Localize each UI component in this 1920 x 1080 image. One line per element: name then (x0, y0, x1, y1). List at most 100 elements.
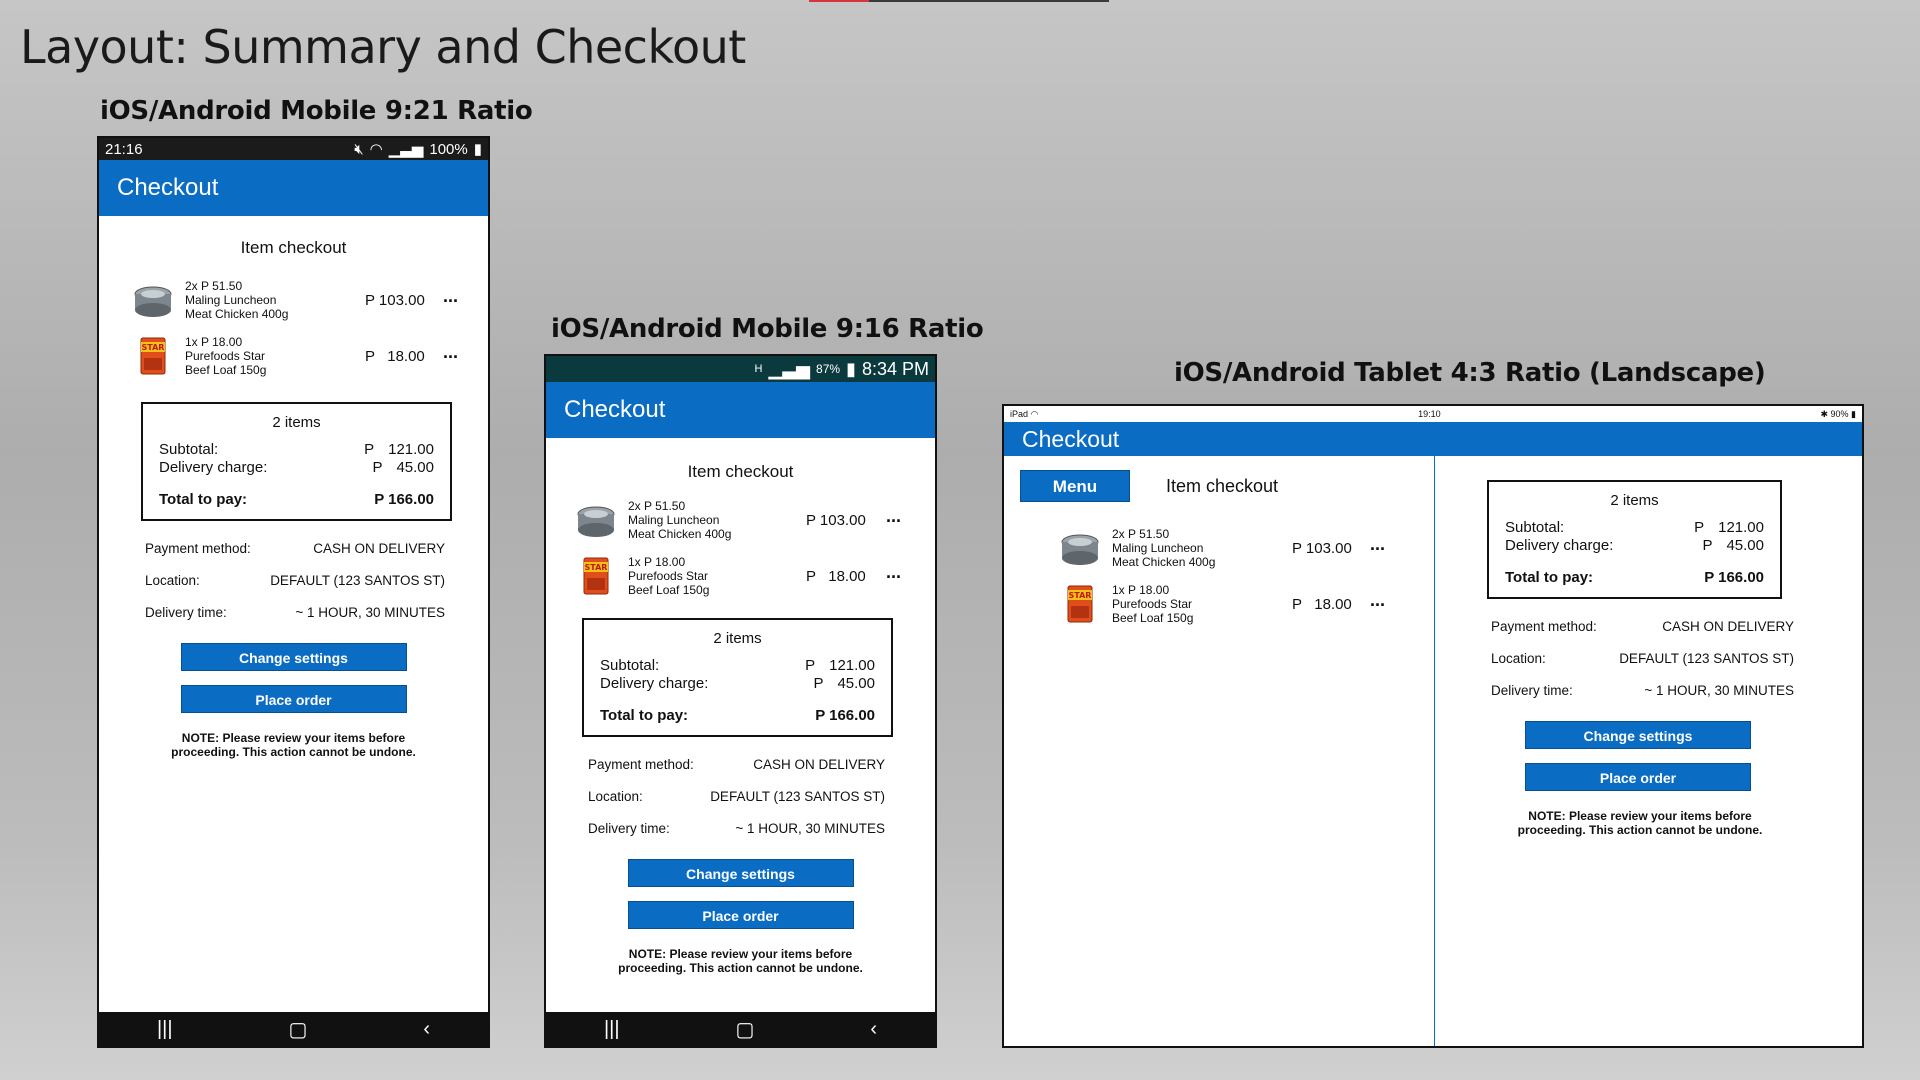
checkout-content: Item checkout 2x P 51.50 Maling Luncheon… (99, 238, 488, 759)
place-order-button[interactable]: Place order (627, 901, 854, 929)
device-label: iPad (1010, 408, 1029, 419)
time-label: Delivery time: (145, 605, 227, 620)
note-text: NOTE: Please review your items before pr… (618, 947, 863, 975)
app-title: Checkout (546, 382, 935, 438)
payment-value: CASH ON DELIVERY (313, 541, 445, 556)
item-qty-price: 1x P 18.00 (1112, 583, 1170, 597)
payment-label: Payment method: (1491, 619, 1597, 634)
delivery-value: 45.00 (1726, 537, 1764, 554)
time-value: ~ 1 HOUR, 30 MINUTES (295, 605, 445, 620)
network-type-icon: H (754, 363, 763, 375)
note-text: NOTE: Please review your items before pr… (1517, 809, 1763, 837)
item-total: P 18.00 (1292, 595, 1352, 613)
item-name: Beef Loaf 150g (1112, 611, 1194, 625)
section-title: Item checkout (687, 462, 794, 481)
list-item[interactable]: STAR 1x P 18.00 Purefoods Star Beef Loaf… (99, 328, 488, 384)
delivery-currency: P (372, 459, 383, 476)
subtotal-label: Subtotal: (600, 657, 660, 674)
app-title: Checkout (99, 160, 488, 216)
order-summary-box: 2 items Subtotal: P 121.00 Delivery charg… (141, 402, 452, 521)
location-label: Location: (145, 573, 200, 588)
battery-icon: ▮ (1851, 408, 1856, 419)
order-info: Payment method: CASH ON DELIVERY Location… (145, 533, 445, 629)
list-item[interactable]: STAR 1x P 18.00 Purefoods Star Beef Loaf… (546, 548, 935, 604)
item-name: Purefoods Star (1112, 597, 1193, 611)
back-icon[interactable]: ‹ (870, 1018, 877, 1041)
subtotal-value: 121.00 (829, 657, 875, 674)
list-item[interactable]: 2x P 51.50 Maling Luncheon Meat Chicken … (99, 272, 488, 328)
item-qty-price: 2x P 51.50 (185, 279, 243, 293)
status-bar: 21:16 🔇︎ ◠ ▁▃▅ 100% ▮ (99, 138, 488, 160)
order-info: Payment method: CASH ON DELIVERY Location… (588, 749, 885, 845)
more-options-icon[interactable]: ... (443, 286, 458, 307)
item-total: P 103.00 (806, 511, 866, 529)
home-icon[interactable]: ▢ (736, 1017, 755, 1042)
canned-meat-thumb-icon (134, 286, 172, 317)
item-name: Beef Loaf 150g (185, 363, 267, 377)
more-options-icon[interactable]: ... (1370, 590, 1385, 611)
change-settings-button[interactable]: Change settings (627, 859, 854, 887)
canned-meat-thumb-icon (1061, 534, 1099, 565)
battery-icon: ▮ (473, 141, 482, 158)
subtotal-currency: P (364, 441, 375, 458)
delivery-label: Delivery charge: (600, 675, 709, 692)
recents-icon[interactable]: ||| (157, 1018, 173, 1041)
more-options-icon[interactable]: ... (886, 562, 901, 583)
total-label: Total to pay: (600, 707, 689, 724)
delivery-currency: P (1702, 537, 1713, 554)
wifi-icon: ◠ (369, 141, 383, 158)
list-item[interactable]: 2x P 51.50 Maling Luncheon Meat Chicken … (546, 492, 935, 548)
subtotal-currency: P (805, 657, 816, 674)
note-text: NOTE: Please review your items before pr… (171, 731, 416, 759)
place-order-button[interactable]: Place order (1525, 763, 1751, 791)
subtotal-label: Subtotal: (1505, 519, 1565, 536)
signal-icon: ▁▃▅ (768, 358, 811, 379)
list-item[interactable]: 2x P 51.50 Maling Luncheon Meat Chicken … (1004, 520, 1434, 576)
slide-top-accent (809, 0, 1109, 2)
item-name: Maling Luncheon (185, 293, 277, 307)
system-navbar: ||| ▢ ‹ (99, 1012, 488, 1046)
back-icon[interactable]: ‹ (423, 1018, 430, 1041)
beef-loaf-thumb-icon: STAR (1067, 585, 1093, 623)
more-options-icon[interactable]: ... (443, 342, 458, 363)
subtotal-currency: P (1694, 519, 1705, 536)
delivery-label: Delivery charge: (1505, 537, 1614, 554)
menu-button[interactable]: Menu (1020, 470, 1130, 502)
wifi-icon: ◠ (1030, 408, 1039, 419)
change-settings-button[interactable]: Change settings (1525, 721, 1751, 749)
more-options-icon[interactable]: ... (886, 506, 901, 527)
caption-tablet-43: iOS/Android Tablet 4:3 Ratio (Landscape) (1174, 358, 1766, 388)
item-name: Meat Chicken 400g (185, 307, 289, 321)
recents-icon[interactable]: ||| (604, 1018, 620, 1041)
location-value: DEFAULT (123 SANTOS ST) (710, 789, 885, 804)
location-label: Location: (1491, 651, 1546, 666)
payment-label: Payment method: (588, 757, 694, 772)
time-value: ~ 1 HOUR, 30 MINUTES (735, 821, 885, 836)
item-total: P 18.00 (365, 347, 425, 365)
more-options-icon[interactable]: ... (1370, 534, 1385, 555)
home-icon[interactable]: ▢ (289, 1017, 308, 1042)
beef-loaf-thumb-icon: STAR (583, 557, 609, 595)
item-qty-price: 1x P 18.00 (628, 555, 686, 569)
total-value: P 166.00 (815, 707, 875, 724)
time-label: Delivery time: (1491, 683, 1573, 698)
item-total: P 18.00 (806, 567, 866, 585)
checkout-content: Item checkout 2x P 51.50 Maling Luncheon… (546, 462, 935, 975)
battery-percent: 87% (816, 362, 841, 376)
place-order-button[interactable]: Place order (180, 685, 407, 713)
total-label: Total to pay: (159, 491, 248, 508)
mobile-916-frame: H ▁▃▅ 87% ▮ 8:34 PM Checkout Item checko… (544, 354, 937, 1048)
svg-text:STAR: STAR (1069, 591, 1092, 600)
item-count: 2 items (713, 630, 762, 647)
mobile-921-frame: 21:16 🔇︎ ◠ ▁▃▅ 100% ▮ Checkout Item chec… (97, 136, 490, 1048)
caption-mobile-916: iOS/Android Mobile 9:16 Ratio (551, 314, 984, 344)
list-item[interactable]: STAR 1x P 18.00 Purefoods Star Beef Loaf… (1004, 576, 1434, 632)
change-settings-button[interactable]: Change settings (180, 643, 407, 671)
location-label: Location: (588, 789, 643, 804)
left-pane: Menu Item checkout 2x P 51.50 Maling Lun… (1004, 456, 1434, 632)
svg-text:STAR: STAR (142, 343, 165, 352)
order-summary-box: 2 items Subtotal: P 121.00 Delivery charg… (1487, 480, 1782, 599)
status-time: 8:34 PM (861, 358, 929, 379)
subtotal-value: 121.00 (388, 441, 434, 458)
payment-label: Payment method: (145, 541, 251, 556)
